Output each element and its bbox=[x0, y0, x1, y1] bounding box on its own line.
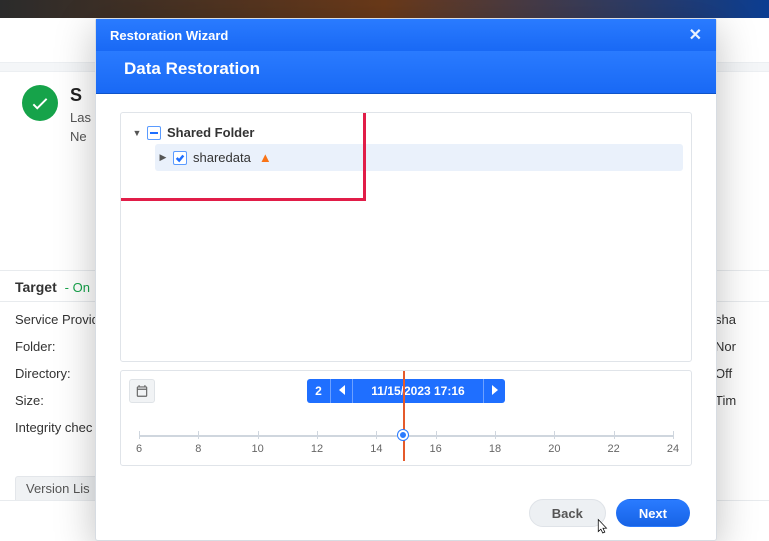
version-count: 2 bbox=[307, 379, 331, 403]
warning-icon: ▲ bbox=[259, 150, 272, 165]
timeline-tick bbox=[198, 431, 199, 439]
timeline-tick-label: 16 bbox=[430, 443, 442, 455]
bg-status-line1: Las bbox=[70, 110, 91, 125]
timeline-tick bbox=[495, 431, 496, 439]
timeline-tick bbox=[139, 431, 140, 439]
version-date-label: 11/15/2023 17:16 bbox=[353, 379, 483, 403]
modal-title: Data Restoration bbox=[96, 51, 716, 94]
calendar-button[interactable] bbox=[129, 379, 155, 403]
timeline-tick-label: 6 bbox=[136, 443, 142, 455]
folder-tree: Shared Folder sharedata ▲ bbox=[120, 112, 692, 362]
timeline-tick bbox=[614, 431, 615, 439]
next-version-button[interactable] bbox=[483, 379, 505, 403]
bg-val-nor: Nor bbox=[715, 339, 755, 354]
version-picker: 2 11/15/2023 17:16 bbox=[307, 379, 505, 403]
timeline-scale[interactable]: 6 8 10 12 14 16 18 20 22 24 bbox=[121, 411, 691, 465]
restoration-wizard-modal: Restoration Wizard ✕ Data Restoration Sh… bbox=[95, 18, 717, 541]
timeline-panel: 2 11/15/2023 17:16 6 8 10 12 14 16 18 20 22 24 bbox=[120, 370, 692, 466]
timeline-tick bbox=[317, 431, 318, 439]
timeline-tick-label: 12 bbox=[311, 443, 323, 455]
timeline-tick bbox=[436, 431, 437, 439]
chevron-right-icon[interactable] bbox=[159, 154, 167, 162]
cursor-pointer-icon bbox=[593, 518, 611, 536]
chevron-down-icon[interactable] bbox=[133, 129, 141, 137]
status-success-icon bbox=[22, 85, 58, 121]
tree-child-label: sharedata bbox=[193, 150, 251, 165]
modal-header-title: Restoration Wizard bbox=[110, 28, 228, 43]
timeline-tick-label: 22 bbox=[608, 443, 620, 455]
bg-status-title: S bbox=[70, 85, 91, 106]
timeline-tick-label: 14 bbox=[370, 443, 382, 455]
bg-val-sha: sha bbox=[715, 312, 755, 327]
timeline-tick bbox=[673, 431, 674, 439]
timeline-tick bbox=[258, 431, 259, 439]
tree-root-label: Shared Folder bbox=[167, 125, 254, 140]
checkbox-checked[interactable] bbox=[173, 151, 187, 165]
timeline-tick-label: 20 bbox=[548, 443, 560, 455]
bg-val-tim: Tim bbox=[715, 393, 755, 408]
timeline-tick bbox=[376, 431, 377, 439]
tree-child-row[interactable]: sharedata ▲ bbox=[155, 144, 683, 171]
bg-status-line2: Ne bbox=[70, 129, 91, 144]
timeline-tick-label: 18 bbox=[489, 443, 501, 455]
timeline-tick-label: 8 bbox=[195, 443, 201, 455]
version-list-tab[interactable]: Version Lis bbox=[15, 476, 101, 501]
prev-version-button[interactable] bbox=[331, 379, 353, 403]
timeline-marker-line bbox=[403, 371, 405, 461]
bg-val-off: Off bbox=[715, 366, 755, 381]
checkbox-partial[interactable] bbox=[147, 126, 161, 140]
close-icon[interactable]: ✕ bbox=[689, 25, 702, 45]
timeline-tick-label: 24 bbox=[667, 443, 679, 455]
bg-target-status: - On bbox=[65, 280, 90, 295]
tree-root-row[interactable]: Shared Folder bbox=[129, 121, 683, 144]
timeline-tick bbox=[554, 431, 555, 439]
bg-target-label: Target bbox=[15, 279, 57, 295]
timeline-tick-label: 10 bbox=[252, 443, 264, 455]
timeline-marker-dot[interactable] bbox=[398, 430, 408, 440]
next-button[interactable]: Next bbox=[616, 499, 690, 527]
